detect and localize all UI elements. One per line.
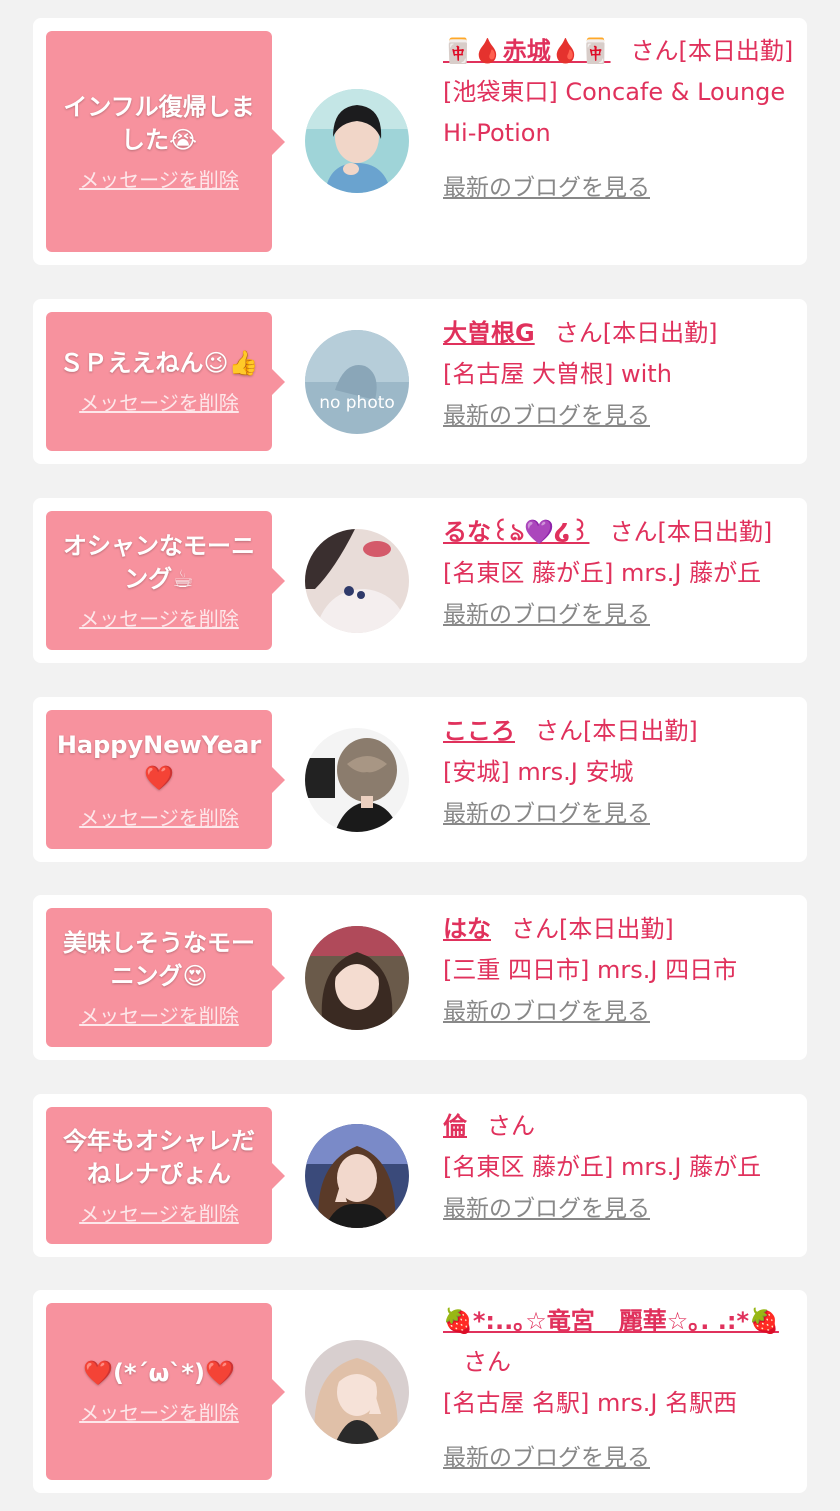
cast-info: 倫さん [名東区 藤が丘] mrs.J 藤が丘 最新のブログを見る bbox=[443, 1106, 798, 1230]
avatar[interactable] bbox=[305, 728, 409, 832]
status-label: [本日出勤] bbox=[559, 915, 674, 943]
message-bubble: 今年もオシャレだねレナぴょん メッセージを削除 bbox=[46, 1107, 285, 1244]
message-card: ＳＰええねん😉👍 メッセージを削除 no photo 大曽根G さん[本日出勤] … bbox=[33, 299, 807, 464]
cast-name-link[interactable]: るな꒰ঌ💜໒꒱ bbox=[443, 518, 589, 546]
shop-name: [安城] mrs.J 安城 bbox=[443, 758, 634, 786]
cast-name-link[interactable]: 大曽根G bbox=[443, 319, 535, 347]
message-card: ❤️(*´ω`*)❤️ メッセージを削除 🍓*:..｡☆竜宮 麗華☆｡. .:*… bbox=[33, 1290, 807, 1493]
message-card: 美味しそうなモーニング😍 メッセージを削除 はな さん[本日出勤] [三重 四日市… bbox=[33, 895, 807, 1060]
message-bubble: ❤️(*´ω`*)❤️ メッセージを削除 bbox=[46, 1303, 285, 1480]
cast-name-link[interactable]: はな bbox=[443, 915, 491, 943]
status-label: [本日出勤] bbox=[583, 717, 698, 745]
cast-name-link[interactable]: こころ bbox=[443, 717, 515, 745]
shop-name: [名東区 藤が丘] mrs.J 藤が丘 bbox=[443, 1153, 762, 1181]
latest-blog-link[interactable]: 最新のブログを見る bbox=[443, 1438, 650, 1479]
message-text: ❤️(*´ω`*)❤️ bbox=[83, 1359, 235, 1387]
delete-message-link[interactable]: メッセージを削除 bbox=[79, 606, 239, 632]
avatar[interactable]: no photo bbox=[305, 330, 409, 434]
latest-blog-link[interactable]: 最新のブログを見る bbox=[443, 396, 650, 437]
message-text: ＳＰええねん😉👍 bbox=[59, 349, 259, 377]
cast-info: 大曽根G さん[本日出勤] [名古屋 大曽根] with 最新のブログを見る bbox=[443, 313, 798, 437]
avatar[interactable] bbox=[305, 529, 409, 633]
message-text: オシャンなモーニング☕ bbox=[63, 531, 255, 593]
shop-name: [名東区 藤が丘] mrs.J 藤が丘 bbox=[443, 559, 762, 587]
latest-blog-link[interactable]: 最新のブログを見る bbox=[443, 595, 650, 636]
message-card: HappyNewYear❤️ メッセージを削除 こころ さん[本日出勤] [安城]… bbox=[33, 697, 807, 862]
message-text: HappyNewYear❤️ bbox=[56, 730, 262, 792]
avatar[interactable] bbox=[305, 926, 409, 1030]
cast-name-link[interactable]: 🍓*:..｡☆竜宮 麗華☆｡. .:*🍓 bbox=[443, 1307, 779, 1335]
message-text: 美味しそうなモーニング😍 bbox=[63, 928, 255, 990]
honorific: さん bbox=[535, 717, 583, 745]
status-label: [本日出勤] bbox=[602, 319, 718, 347]
status-label: [本日出勤] bbox=[678, 37, 794, 65]
shop-name: [池袋東口] Concafe & Lounge Hi-Potion bbox=[443, 78, 786, 147]
delete-message-link[interactable]: メッセージを削除 bbox=[79, 1400, 239, 1426]
cast-name-link[interactable]: 倫 bbox=[443, 1112, 467, 1140]
cast-info: 🍓*:..｡☆竜宮 麗華☆｡. .:*🍓 さん [名古屋 名駅] mrs.J 名駅… bbox=[443, 1301, 798, 1479]
cast-info: こころ さん[本日出勤] [安城] mrs.J 安城 最新のブログを見る bbox=[443, 711, 798, 835]
message-bubble: 美味しそうなモーニング😍 メッセージを削除 bbox=[46, 908, 285, 1047]
cast-info: 🀄🩸赤城🩸🀄 さん[本日出勤] [池袋東口] Concafe & Lounge H… bbox=[443, 31, 798, 209]
cast-name-link[interactable]: 🀄🩸赤城🩸🀄 bbox=[443, 37, 611, 65]
latest-blog-link[interactable]: 最新のブログを見る bbox=[443, 1189, 650, 1230]
shop-name: [名古屋 名駅] mrs.J 名駅西 bbox=[443, 1389, 738, 1417]
honorific: さん bbox=[463, 1348, 511, 1376]
latest-blog-link[interactable]: 最新のブログを見る bbox=[443, 992, 650, 1033]
message-text: インフル復帰しました😭 bbox=[63, 92, 255, 154]
honorific: さん bbox=[511, 915, 559, 943]
no-photo-text: no photo bbox=[319, 393, 395, 413]
message-bubble: ＳＰええねん😉👍 メッセージを削除 bbox=[46, 312, 285, 451]
message-text: 今年もオシャレだねレナぴょん bbox=[63, 1126, 255, 1188]
message-card: オシャンなモーニング☕ メッセージを削除 るな꒰ঌ💜໒꒱ さん[本日出勤] [名東… bbox=[33, 498, 807, 663]
message-bubble: インフル復帰しました😭 メッセージを削除 bbox=[46, 31, 285, 252]
shop-name: [名古屋 大曽根] with bbox=[443, 360, 672, 388]
shop-name: [三重 四日市] mrs.J 四日市 bbox=[443, 956, 738, 984]
avatar[interactable] bbox=[305, 89, 409, 193]
message-card: 今年もオシャレだねレナぴょん メッセージを削除 倫さん [名東区 藤が丘] mr… bbox=[33, 1094, 807, 1257]
honorific: さん bbox=[487, 1112, 535, 1140]
honorific: さん bbox=[554, 319, 603, 347]
delete-message-link[interactable]: メッセージを削除 bbox=[79, 1201, 239, 1227]
cast-info: るな꒰ঌ💜໒꒱ さん[本日出勤] [名東区 藤が丘] mrs.J 藤が丘 最新のブ… bbox=[443, 512, 798, 636]
latest-blog-link[interactable]: 最新のブログを見る bbox=[443, 794, 650, 835]
honorific: さん bbox=[609, 518, 658, 546]
status-label: [本日出勤] bbox=[657, 518, 773, 546]
avatar[interactable] bbox=[305, 1124, 409, 1228]
message-bubble: オシャンなモーニング☕ メッセージを削除 bbox=[46, 511, 285, 650]
delete-message-link[interactable]: メッセージを削除 bbox=[79, 805, 239, 831]
message-bubble: HappyNewYear❤️ メッセージを削除 bbox=[46, 710, 285, 849]
message-card: インフル復帰しました😭 メッセージを削除 🀄🩸赤城🩸🀄 さん[本日出勤] [池袋東… bbox=[33, 18, 807, 265]
latest-blog-link[interactable]: 最新のブログを見る bbox=[443, 168, 650, 209]
honorific: さん bbox=[630, 37, 679, 65]
cast-info: はな さん[本日出勤] [三重 四日市] mrs.J 四日市 最新のブログを見る bbox=[443, 909, 798, 1033]
delete-message-link[interactable]: メッセージを削除 bbox=[79, 390, 239, 416]
delete-message-link[interactable]: メッセージを削除 bbox=[79, 1003, 239, 1029]
avatar[interactable] bbox=[305, 1340, 409, 1444]
delete-message-link[interactable]: メッセージを削除 bbox=[79, 167, 239, 193]
